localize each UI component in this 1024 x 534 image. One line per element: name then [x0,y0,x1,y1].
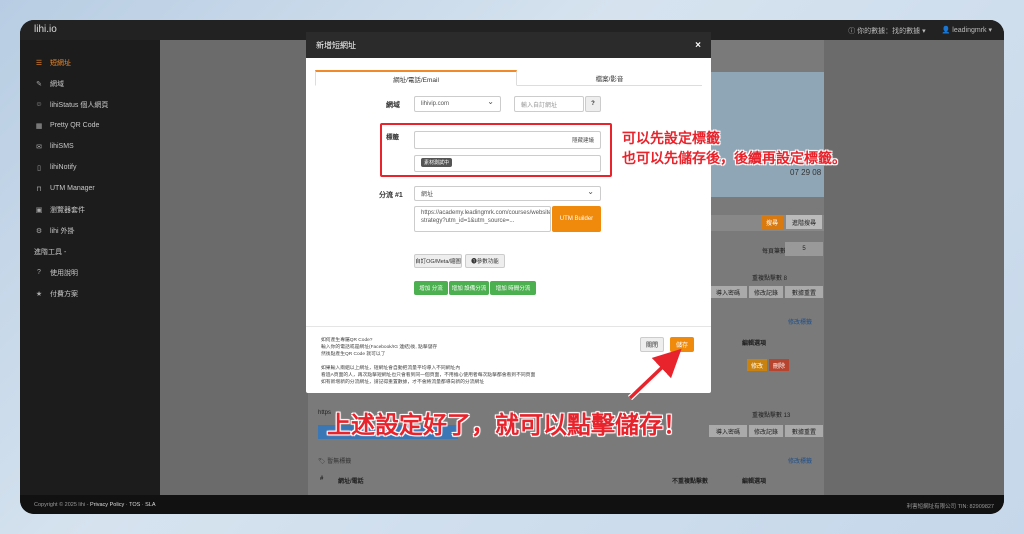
save-annotation: 上述設定好了，就可以點擊儲存！ [327,412,687,439]
arrow-to-save [628,348,682,400]
arrow-overlay [627,348,682,401]
